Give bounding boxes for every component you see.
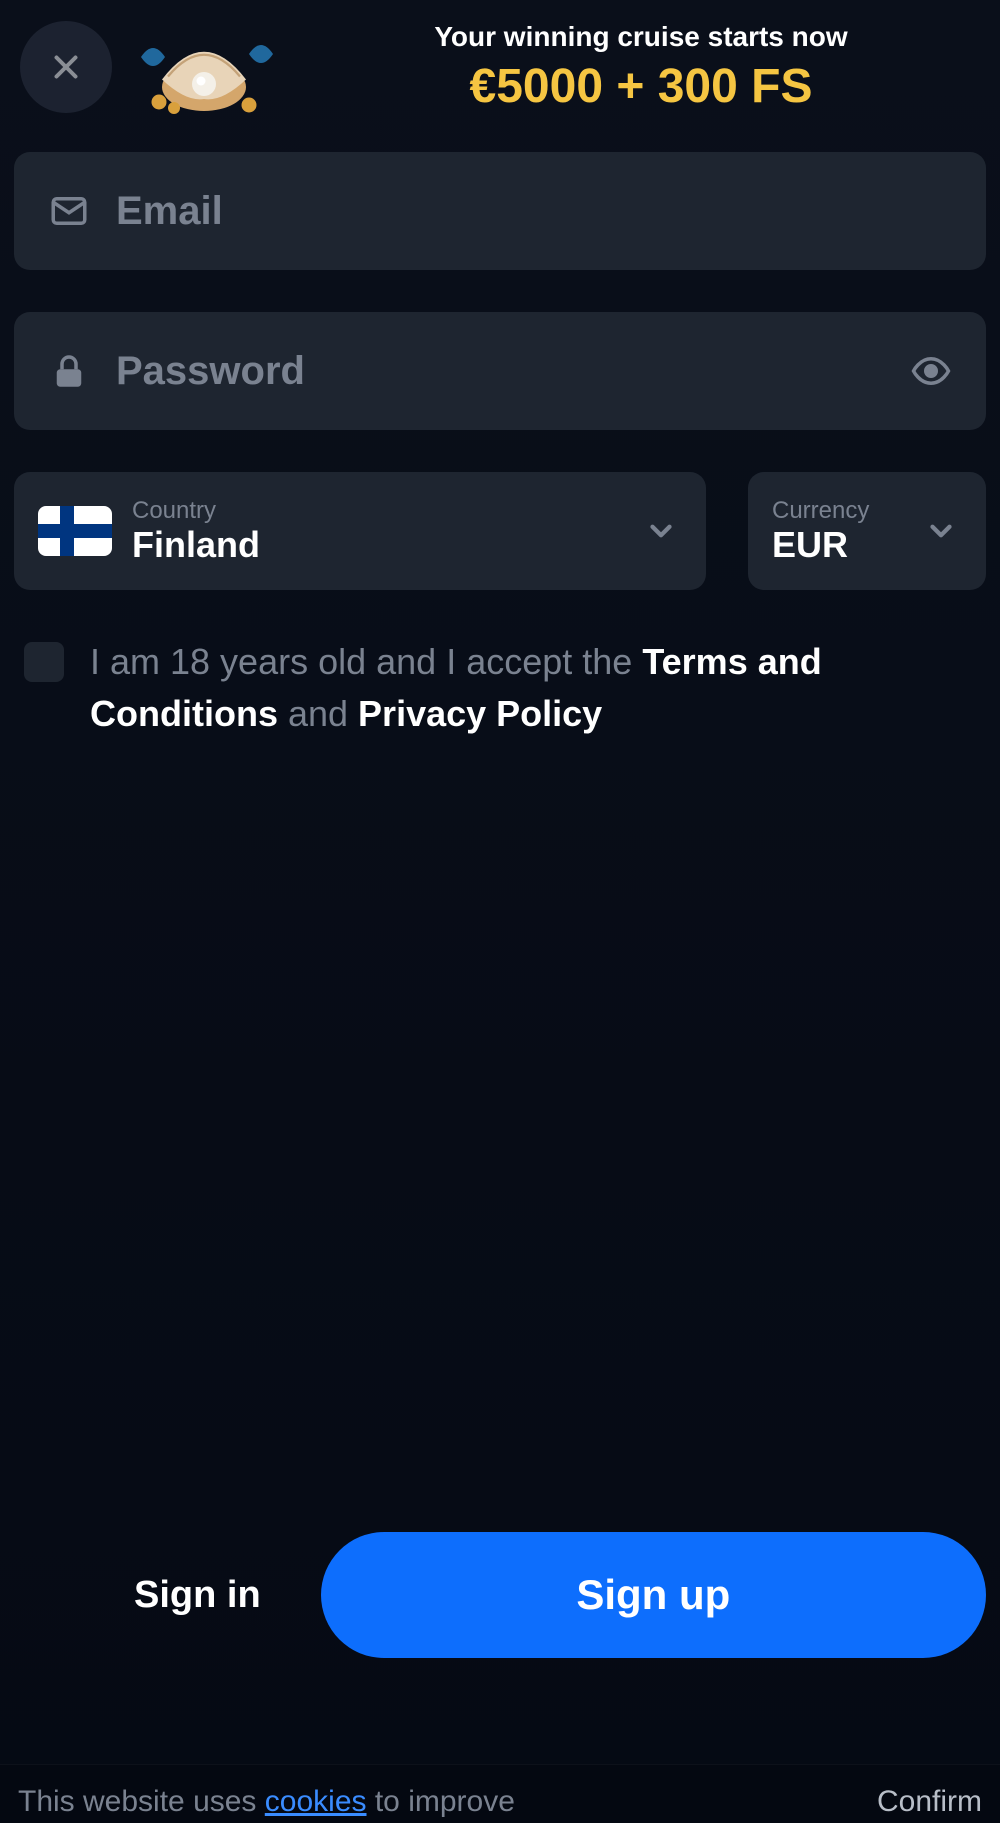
toggle-password-button[interactable] — [910, 350, 952, 392]
promo-bonus: €5000 + 300 FS — [302, 59, 980, 114]
mail-icon — [48, 190, 90, 232]
terms-checkbox[interactable] — [24, 642, 64, 682]
flag-finland-icon — [38, 506, 112, 556]
terms-and: and — [278, 693, 358, 734]
password-input-wrap[interactable] — [14, 312, 986, 430]
modal-header: Your winning cruise starts now €5000 + 3… — [0, 0, 1000, 152]
terms-prefix: I am 18 years old and I accept the — [90, 641, 642, 682]
signup-form: Country Finland Currency EUR I am 18 yea… — [0, 152, 1000, 740]
cookie-suffix: to improve — [367, 1785, 515, 1818]
country-label: Country — [132, 497, 644, 525]
cookies-link[interactable]: cookies — [265, 1785, 367, 1818]
close-icon — [47, 48, 85, 86]
email-field[interactable] — [116, 189, 952, 234]
cookie-confirm[interactable]: Confirm — [877, 1785, 982, 1819]
cookie-prefix: This website uses — [18, 1785, 265, 1818]
close-button[interactable] — [20, 21, 112, 113]
country-select[interactable]: Country Finland — [14, 472, 706, 590]
country-select-body: Country Finland — [132, 497, 644, 565]
email-input-wrap[interactable] — [14, 152, 986, 270]
currency-select[interactable]: Currency EUR — [748, 472, 986, 590]
cookie-notice: This website uses cookies to improve Con… — [0, 1764, 1000, 1823]
footer: Sign in Sign up — [0, 1532, 1000, 1658]
currency-value: EUR — [772, 525, 924, 565]
selects-row: Country Finland Currency EUR — [14, 472, 986, 590]
promo-text: Your winning cruise starts now €5000 + 3… — [302, 21, 980, 114]
chevron-down-icon — [644, 514, 678, 548]
signup-button[interactable]: Sign up — [321, 1532, 986, 1658]
privacy-link[interactable]: Privacy Policy — [358, 693, 602, 734]
promo-title: Your winning cruise starts now — [302, 21, 980, 53]
chevron-down-icon — [924, 514, 958, 548]
eye-icon — [910, 350, 952, 392]
password-field[interactable] — [116, 349, 884, 394]
lock-icon — [48, 350, 90, 392]
terms-row: I am 18 years old and I accept the Terms… — [14, 636, 986, 740]
promo-image — [132, 12, 282, 122]
terms-text: I am 18 years old and I accept the Terms… — [90, 636, 976, 740]
country-value: Finland — [132, 525, 644, 565]
currency-select-body: Currency EUR — [772, 497, 924, 565]
cookie-text: This website uses cookies to improve — [18, 1785, 515, 1819]
signin-button[interactable]: Sign in — [94, 1544, 301, 1647]
currency-label: Currency — [772, 497, 924, 525]
